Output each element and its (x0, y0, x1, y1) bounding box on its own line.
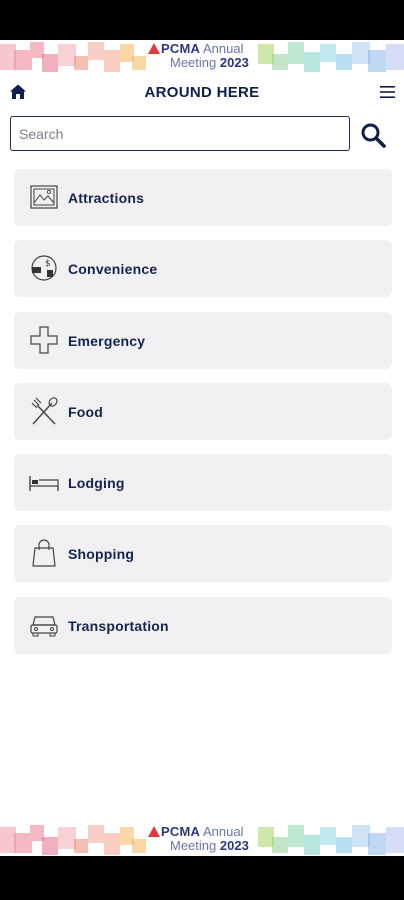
category-item-convenience[interactable]: $ Convenience (14, 240, 392, 298)
logo-year: 2023 (219, 838, 249, 853)
system-nav-bar (0, 856, 404, 900)
status-bar (0, 0, 404, 40)
category-item-lodging[interactable]: Lodging (14, 454, 392, 512)
category-item-transportation[interactable]: Transportation (14, 596, 392, 654)
category-label: Lodging (68, 475, 125, 492)
category-item-emergency[interactable]: Emergency (14, 311, 392, 369)
logo-brand: PCMA (161, 824, 201, 839)
logo-year: 2023 (219, 55, 249, 70)
page-title: AROUND HERE (144, 84, 260, 101)
svg-text:$: $ (45, 259, 51, 269)
search-input[interactable] (10, 116, 350, 151)
logo-triangle-icon (148, 43, 160, 54)
hamburger-menu-icon[interactable] (380, 85, 395, 99)
category-label: Food (68, 403, 104, 420)
search-icon[interactable] (360, 122, 386, 148)
logo-triangle-icon (148, 826, 160, 837)
event-banner-bottom: PCMA Annual Meeting 2023 (0, 823, 404, 857)
event-banner-top: PCMA Annual Meeting 2023 (0, 40, 404, 74)
category-label: Attractions (68, 190, 145, 206)
app-header: AROUND HERE (0, 76, 404, 110)
medical-cross-icon (30, 325, 58, 354)
event-logo: PCMA Annual Meeting 2023 (148, 42, 268, 72)
bed-icon (29, 476, 59, 492)
category-list: Attractions $ Convenience Emergency Food (14, 169, 392, 668)
atm-money-icon: $ (31, 255, 57, 281)
category-label: Shopping (68, 546, 135, 563)
fork-knife-icon (31, 397, 58, 425)
category-item-attractions[interactable]: Attractions (14, 169, 392, 226)
logo-line1: Annual (200, 824, 244, 839)
logo-line1: Annual (200, 41, 244, 56)
category-label: Emergency (68, 332, 146, 349)
landscape-picture-icon (30, 185, 58, 209)
logo-line2: Meeting (170, 55, 220, 70)
car-icon (30, 616, 58, 637)
logo-line2: Meeting (170, 838, 220, 853)
category-item-food[interactable]: Food (14, 382, 392, 440)
event-logo: PCMA Annual Meeting 2023 (148, 825, 268, 855)
category-label: Transportation (68, 617, 169, 634)
category-label: Convenience (68, 261, 158, 278)
logo-brand: PCMA (161, 41, 201, 56)
shopping-bag-icon (32, 539, 56, 568)
category-item-shopping[interactable]: Shopping (14, 525, 392, 583)
